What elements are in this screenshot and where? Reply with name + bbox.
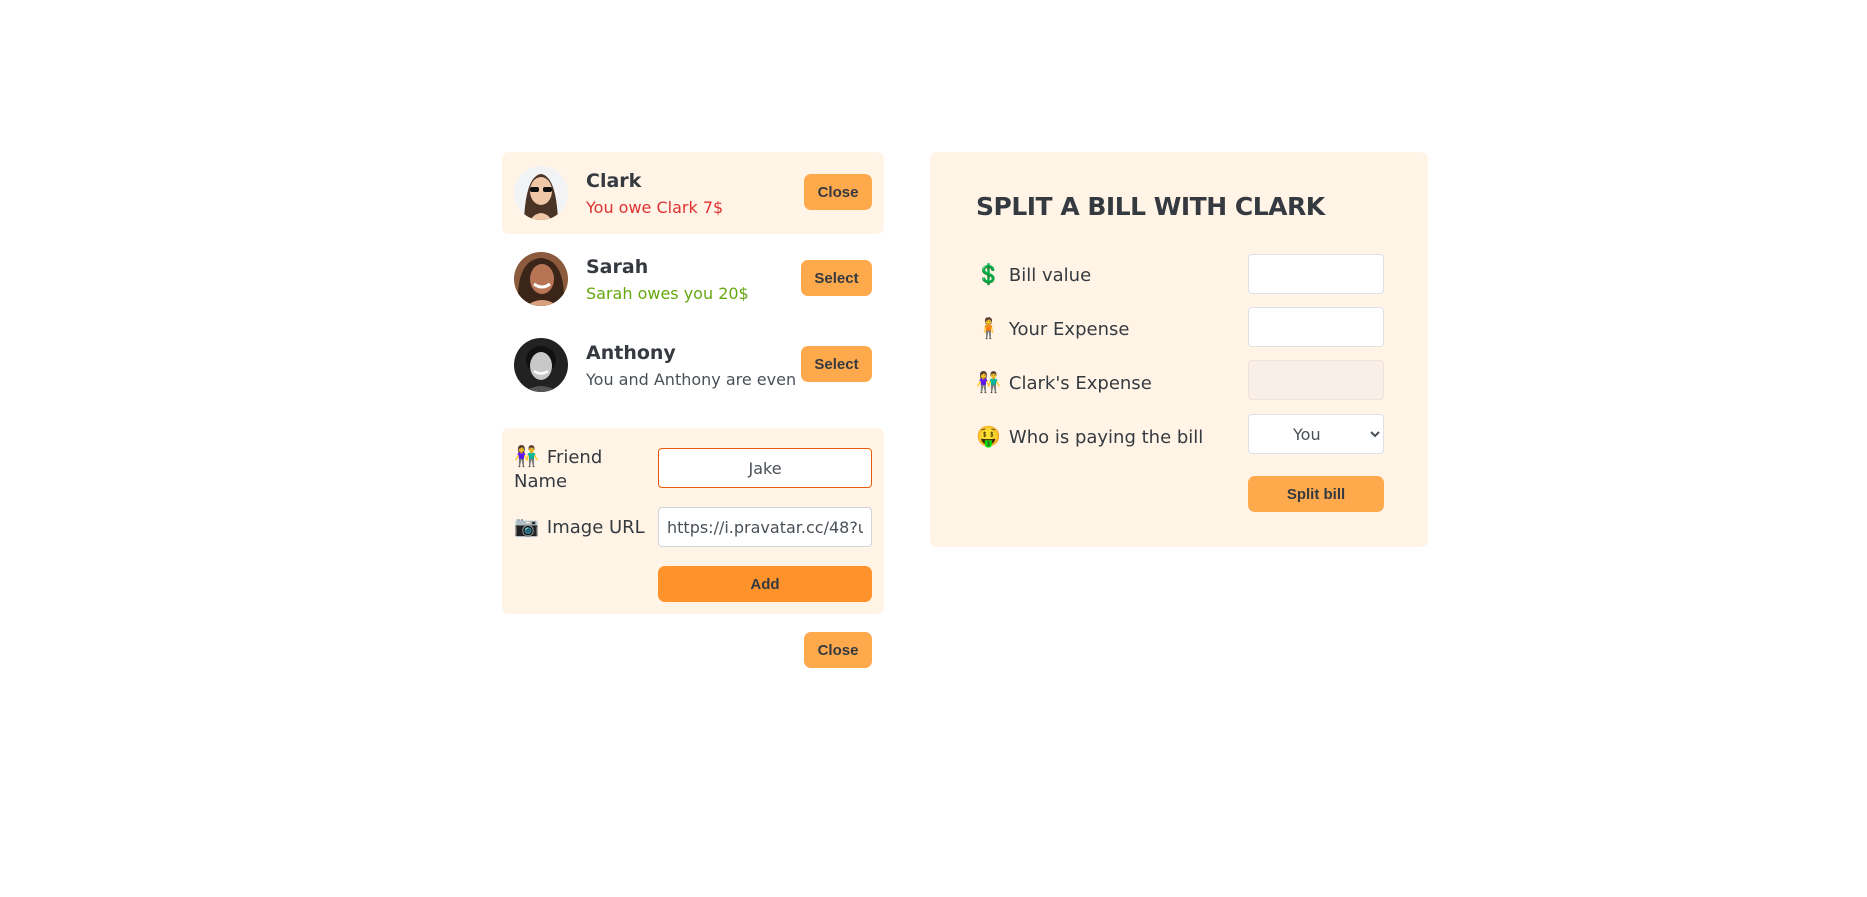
friend-balance: Sarah owes you 20$ xyxy=(586,284,749,303)
friend-expense-label: 👫 Clark's Expense xyxy=(976,370,1152,394)
friend-item-clark: Clark You owe Clark 7$ Close xyxy=(502,152,884,234)
avatar xyxy=(514,166,568,220)
your-expense-label: 🧍 Your Expense xyxy=(976,316,1130,340)
friend-name: Clark xyxy=(586,170,642,192)
image-url-label: 📷 Image URL xyxy=(514,514,645,538)
split-bill-form: SPLIT A BILL WITH CLARK 💲 Bill value 🧍 You… xyxy=(930,152,1428,547)
friend-item-sarah: Sarah Sarah owes you 20$ Select xyxy=(502,238,884,320)
payer-select[interactable]: You xyxy=(1248,414,1384,454)
add-friend-form: 👫Friend Name 📷Image URL Add xyxy=(502,428,884,614)
friend-name: Sarah xyxy=(586,256,649,278)
select-friend-button[interactable]: Select xyxy=(801,346,872,382)
people-icon: 👫 xyxy=(976,370,1001,394)
select-friend-button[interactable]: Select xyxy=(801,260,872,296)
friend-expense-input xyxy=(1248,360,1384,400)
close-form-button[interactable]: Close xyxy=(804,632,872,668)
payer-label: 🤑 Who is paying the bill xyxy=(976,424,1204,448)
avatar xyxy=(514,338,568,392)
bill-value-input[interactable] xyxy=(1248,254,1384,294)
friend-balance: You owe Clark 7$ xyxy=(586,198,724,217)
friend-name: Anthony xyxy=(586,342,676,364)
friend-item-anthony: Anthony You and Anthony are even Select xyxy=(502,324,884,406)
avatar xyxy=(514,252,568,306)
friend-balance: You and Anthony are even xyxy=(586,370,797,389)
image-url-input[interactable] xyxy=(658,507,872,547)
close-friend-button[interactable]: Close xyxy=(804,174,872,210)
friends-list: Clark You owe Clark 7$ Close Sarah Sarah… xyxy=(502,152,884,410)
your-expense-input[interactable] xyxy=(1248,307,1384,347)
camera-icon: 📷 xyxy=(514,514,539,538)
money-face-icon: 🤑 xyxy=(976,424,1001,448)
split-bill-title: SPLIT A BILL WITH CLARK xyxy=(976,192,1325,221)
split-bill-button[interactable]: Split bill xyxy=(1248,476,1384,512)
add-friend-button[interactable]: Add xyxy=(658,566,872,602)
friend-name-label: 👫 Friend Name xyxy=(514,444,603,492)
people-icon: 👫 xyxy=(514,444,539,468)
bill-value-label: 💲 Bill value xyxy=(976,262,1092,286)
person-icon: 🧍 xyxy=(976,316,1001,340)
friend-name-input[interactable] xyxy=(658,448,872,488)
dollar-icon: 💲 xyxy=(976,262,1001,286)
